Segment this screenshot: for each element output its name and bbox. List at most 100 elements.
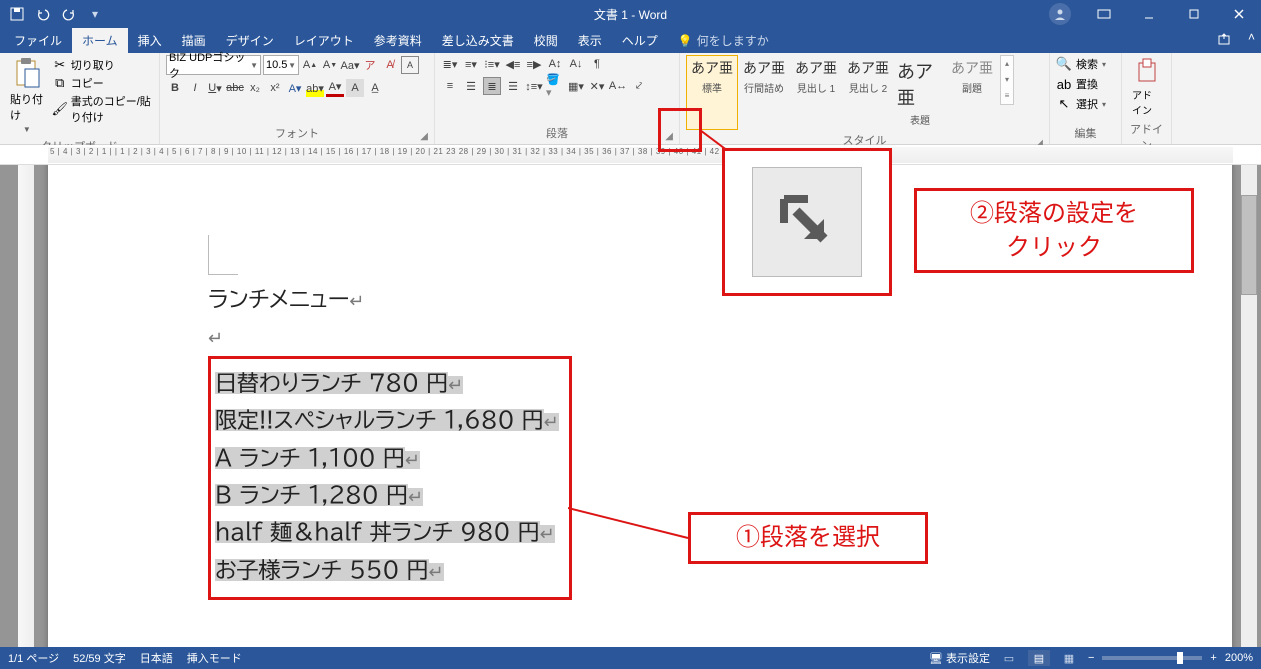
increase-indent-icon[interactable]: ≡▶ xyxy=(525,55,543,73)
view-read-icon[interactable]: ▭ xyxy=(998,650,1020,666)
shrink-font-icon[interactable]: A▼ xyxy=(321,56,339,74)
show-hide-icon[interactable]: ⤦ xyxy=(630,77,648,95)
superscript-icon[interactable]: x² xyxy=(266,79,284,97)
highlight-icon[interactable]: ab▾ xyxy=(306,79,324,97)
cut-button[interactable]: ✂切り取り xyxy=(52,57,153,73)
zoom-level[interactable]: 200% xyxy=(1225,652,1253,664)
enclose-char-icon[interactable]: A xyxy=(401,56,419,74)
replace-button[interactable]: ab置換 xyxy=(1056,75,1098,93)
status-wordcount[interactable]: 52/59 文字 xyxy=(73,650,126,666)
char-scaling-icon[interactable]: A↔ xyxy=(609,77,627,95)
ribbon-display-icon[interactable] xyxy=(1081,0,1126,28)
status-language[interactable]: 日本語 xyxy=(140,650,173,666)
redo-icon[interactable] xyxy=(58,3,80,25)
borders-icon[interactable]: ▦▾ xyxy=(567,77,585,95)
ruler-vertical[interactable] xyxy=(18,165,34,647)
select-button[interactable]: ↖選択▾ xyxy=(1056,95,1106,113)
strike-icon[interactable]: abc xyxy=(226,79,244,97)
doc-line[interactable]: A ランチ 1,100 円↵ xyxy=(215,440,559,477)
tab-references[interactable]: 参考資料 xyxy=(364,28,432,53)
zoom-out-icon[interactable]: − xyxy=(1088,652,1094,664)
align-justify-icon[interactable]: ≣ xyxy=(483,77,501,95)
style-subtitle[interactable]: あア亜副題 xyxy=(946,55,998,130)
subscript-icon[interactable]: x₂ xyxy=(246,79,264,97)
tell-me-search[interactable]: 💡 何をしますか xyxy=(668,28,779,53)
status-insertmode[interactable]: 挿入モード xyxy=(187,650,242,666)
tab-home[interactable]: ホーム xyxy=(72,28,128,53)
style-heading2[interactable]: あア亜見出し 2 xyxy=(842,55,894,130)
change-case-icon[interactable]: Aa▾ xyxy=(341,56,359,74)
status-page[interactable]: 1/1 ページ xyxy=(8,650,59,666)
view-web-icon[interactable]: ▦ xyxy=(1058,650,1080,666)
line-spacing-icon[interactable]: ↕≡▾ xyxy=(525,77,543,95)
scrollbar-vertical[interactable] xyxy=(1241,165,1257,647)
ruler-horizontal[interactable]: 5 | 4 | 3 | 2 | 1 | | 1 | 2 | 3 | 4 | 5 … xyxy=(48,147,1233,163)
style-heading1[interactable]: あア亜見出し 1 xyxy=(790,55,842,130)
font-color-icon[interactable]: A▾ xyxy=(326,79,344,97)
doc-empty-line[interactable]: ↵ xyxy=(208,318,572,355)
copy-button[interactable]: ⧉コピー xyxy=(52,75,153,91)
maximize-icon[interactable] xyxy=(1171,0,1216,28)
style-title[interactable]: あア亜表題 xyxy=(894,55,946,130)
display-settings-button[interactable]: 🖥 表示設定 xyxy=(929,650,990,666)
bullet-list-icon[interactable]: ≣▾ xyxy=(441,55,459,73)
font-name-combo[interactable]: BIZ UDPゴシック▼ xyxy=(166,55,261,75)
number-list-icon[interactable]: ≡▾ xyxy=(462,55,480,73)
style-scroll[interactable]: ▴▾≡ xyxy=(1000,55,1014,105)
tab-mailings[interactable]: 差し込み文書 xyxy=(432,28,524,53)
tab-insert[interactable]: 挿入 xyxy=(128,28,172,53)
account-avatar[interactable] xyxy=(1049,3,1071,25)
doc-line[interactable]: half 麺＆half 丼ランチ 980 円↵ xyxy=(215,514,559,551)
shading-icon[interactable]: 🪣▾ xyxy=(546,77,564,95)
addins-button[interactable]: アドイン xyxy=(1128,55,1165,119)
phonetic-guide-icon[interactable]: ア xyxy=(361,56,379,74)
font-launcher-icon[interactable]: ◢ xyxy=(420,131,428,142)
style-nospacing[interactable]: あア亜行間詰め xyxy=(738,55,790,130)
underline-icon[interactable]: U▾ xyxy=(206,79,224,97)
share-icon[interactable] xyxy=(1217,32,1231,46)
char-border-icon[interactable]: A̲ xyxy=(366,79,384,97)
find-button[interactable]: 🔍検索▾ xyxy=(1056,55,1106,73)
tab-help[interactable]: ヘルプ xyxy=(612,28,668,53)
style-normal[interactable]: あア亜標準 xyxy=(686,55,738,130)
view-print-icon[interactable]: ▤ xyxy=(1028,650,1050,666)
align-distribute-icon[interactable]: ☰ xyxy=(504,77,522,95)
tab-layout[interactable]: レイアウト xyxy=(284,28,364,53)
show-marks-icon[interactable]: ¶ xyxy=(588,55,606,73)
italic-icon[interactable]: I xyxy=(186,79,204,97)
text-direction-icon[interactable]: A↕ xyxy=(546,55,564,73)
save-icon[interactable] xyxy=(6,3,28,25)
asian-layout-icon[interactable]: ✕▾ xyxy=(588,77,606,95)
tab-review[interactable]: 校閲 xyxy=(524,28,568,53)
decrease-indent-icon[interactable]: ◀≡ xyxy=(504,55,522,73)
doc-title-line[interactable]: ランチメニュー↵ xyxy=(208,281,572,318)
collapse-ribbon-icon[interactable]: ˄ xyxy=(1248,30,1255,44)
doc-line[interactable]: B ランチ 1,280 円↵ xyxy=(215,477,559,514)
clear-format-icon[interactable]: A̸ xyxy=(381,56,399,74)
char-shading-icon[interactable]: A xyxy=(346,79,364,97)
align-left-icon[interactable]: ≡ xyxy=(441,77,459,95)
paragraph-launcher-icon[interactable]: ◢ xyxy=(665,131,673,142)
align-center-icon[interactable]: ☰ xyxy=(462,77,480,95)
undo-icon[interactable] xyxy=(32,3,54,25)
qat-customize-icon[interactable]: ▾ xyxy=(84,3,106,25)
tab-file[interactable]: ファイル xyxy=(4,28,72,53)
sort-icon[interactable]: A↓ xyxy=(567,55,585,73)
text-effects-icon[interactable]: A▾ xyxy=(286,79,304,97)
scrollbar-thumb[interactable] xyxy=(1241,195,1257,295)
paste-button[interactable]: 貼り付け ▼ xyxy=(6,55,48,136)
tab-view[interactable]: 表示 xyxy=(568,28,612,53)
grow-font-icon[interactable]: A▲ xyxy=(301,56,319,74)
doc-line[interactable]: 日替わりランチ 780 円↵ xyxy=(215,365,559,402)
minimize-icon[interactable] xyxy=(1126,0,1171,28)
format-painter-button[interactable]: 🖌書式のコピー/貼り付け xyxy=(52,93,153,125)
doc-line[interactable]: 限定!!スペシャルランチ 1,680 円↵ xyxy=(215,402,559,439)
zoom-slider[interactable] xyxy=(1102,656,1202,660)
multilevel-list-icon[interactable]: ⁝≡▾ xyxy=(483,55,501,73)
bold-icon[interactable]: B xyxy=(166,79,184,97)
font-size-combo[interactable]: 10.5▼ xyxy=(263,55,299,75)
zoom-in-icon[interactable]: + xyxy=(1210,652,1216,664)
close-icon[interactable] xyxy=(1216,0,1261,28)
doc-line[interactable]: お子様ランチ 550 円↵ xyxy=(215,552,559,589)
style-gallery[interactable]: あア亜標準 あア亜行間詰め あア亜見出し 1 あア亜見出し 2 あア亜表題 あア… xyxy=(686,55,998,130)
